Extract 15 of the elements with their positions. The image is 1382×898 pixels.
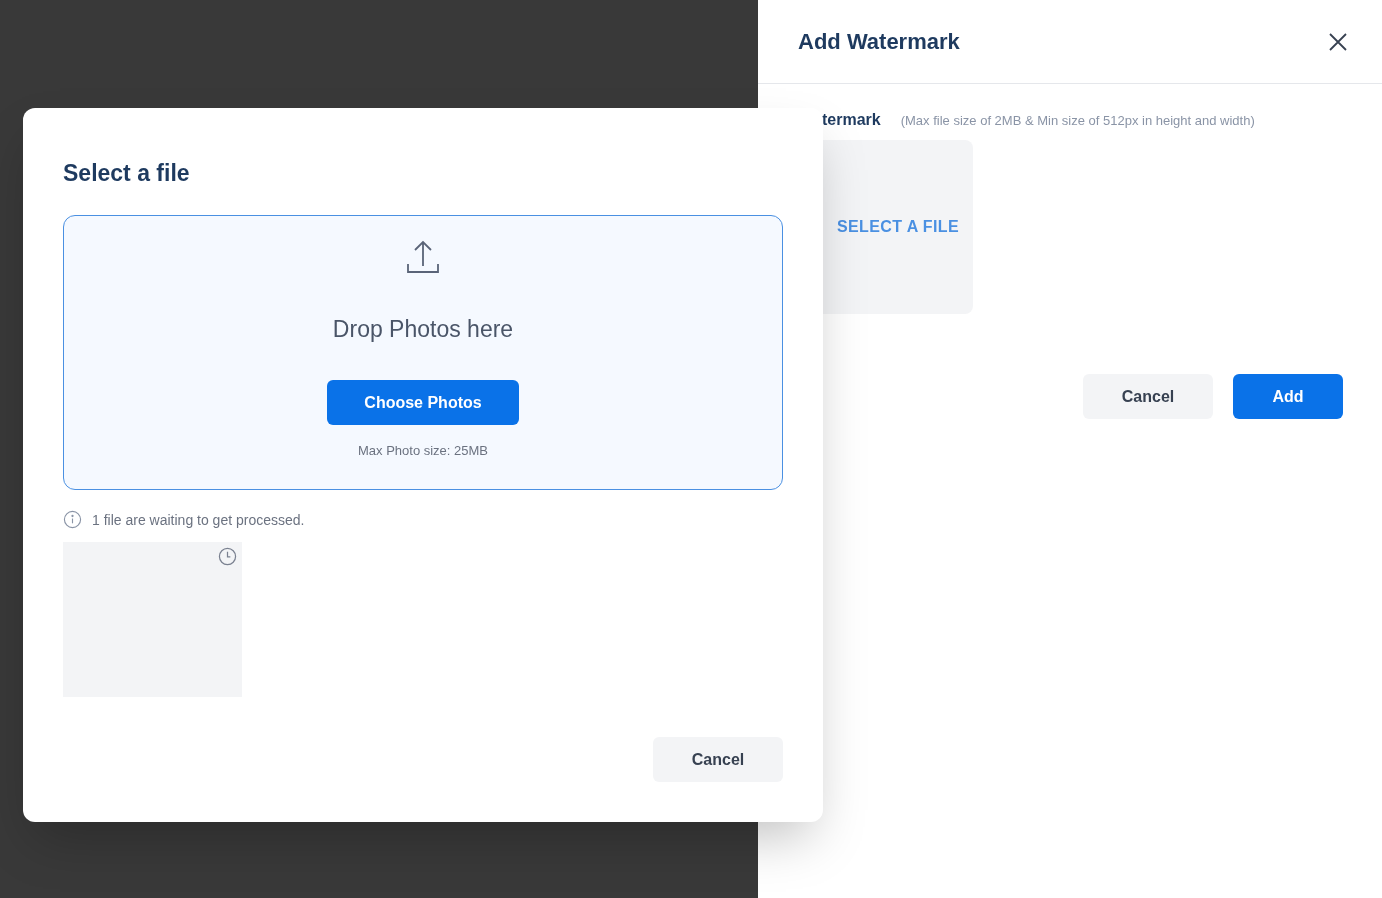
drop-heading: Drop Photos here [332, 314, 514, 344]
size-note: Max Photo size: 25MB [357, 442, 489, 460]
field-label: termark [822, 110, 881, 130]
upload-icon [405, 239, 441, 276]
cancel-button[interactable]: Cancel [1083, 374, 1213, 419]
add-button[interactable]: Add [1233, 374, 1343, 419]
info-icon [63, 510, 82, 529]
field-hint: (Max file size of 2MB & Min size of 512px in height and width) [900, 112, 1255, 130]
info-message: 1 file are waiting to get processed. [92, 510, 305, 530]
panel-title: Add Watermark [798, 28, 960, 56]
choose-photos-button[interactable]: Choose Photos [327, 380, 519, 425]
dialog-title: Select a file [63, 159, 191, 188]
cancel-button[interactable]: Cancel [653, 737, 783, 782]
close-icon[interactable] [1328, 31, 1348, 52]
drop-zone[interactable]: Drop Photos here Choose Photos Max Photo size: 25MB [63, 214, 783, 490]
